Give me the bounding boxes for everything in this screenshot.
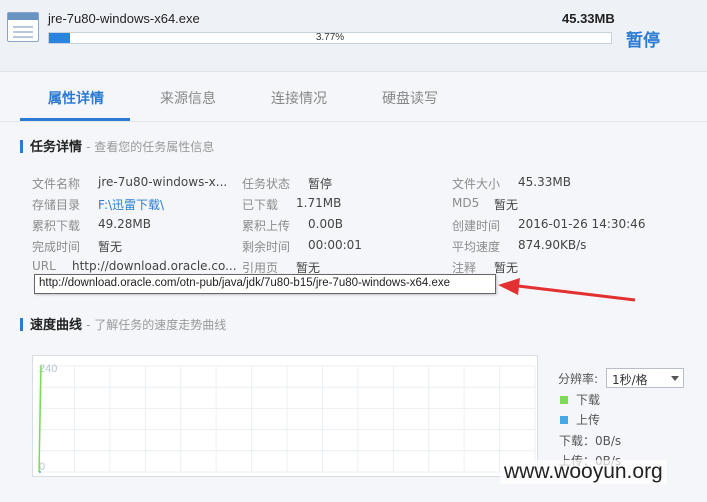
label-task-status: 任务状态: [242, 177, 291, 191]
value-downloaded: 1.71MB: [296, 196, 342, 210]
label-downloaded: 已下载: [242, 198, 279, 212]
legend-upload-label: 上传: [576, 413, 601, 427]
file-name: jre-7u80-windows-x64.exe: [48, 11, 200, 26]
value-created-time: 2016-01-26 14:30:46: [518, 217, 646, 231]
file-size: 45.33MB: [562, 11, 615, 26]
value-url[interactable]: http://download.oracle.co...: [72, 259, 237, 273]
value-total-downloaded: 49.28MB: [98, 217, 151, 231]
progress-text: 3.77%: [315, 32, 345, 43]
legend-upload: 上传: [560, 411, 600, 428]
value-comment: 暂无: [494, 261, 519, 275]
download-swatch: [560, 396, 568, 404]
speed-curve-heading: 速度曲线 - 了解任务的速度走势曲线: [20, 314, 226, 333]
upload-swatch: [560, 416, 568, 424]
label-storage-dir: 存储目录: [32, 198, 81, 212]
value-file-name: jre-7u80-windows-x...: [98, 175, 228, 189]
red-arrow-annotation: [498, 278, 636, 302]
speed-chart: 240 0: [32, 355, 538, 477]
label-url: URL: [32, 259, 56, 273]
label-total-downloaded: 累积下载: [32, 219, 81, 233]
task-details-heading: 任务详情 - 查看您的任务属性信息: [20, 136, 214, 155]
chevron-down-icon: [671, 376, 679, 381]
task-details-subtitle: - 查看您的任务属性信息: [86, 140, 215, 154]
tab-bar: 属性详情 来源信息 连接情况 硬盘读写: [0, 72, 707, 122]
pause-button[interactable]: 暂停: [626, 26, 660, 51]
value-task-status: 暂停: [308, 177, 333, 191]
label-finish-time: 完成时间: [32, 240, 81, 254]
resolution-select[interactable]: 1秒/格: [606, 368, 684, 388]
resolution-value: 1秒/格: [612, 373, 648, 387]
download-header: jre-7u80-windows-x64.exe 45.33MB 3.77% 暂…: [0, 0, 707, 72]
task-details-title: 任务详情: [30, 140, 83, 155]
label-md5: MD5: [452, 196, 480, 210]
legend-download-label: 下载: [576, 393, 601, 407]
watermark: www.wooyun.org: [500, 460, 667, 484]
y-tick-max: 240: [39, 363, 57, 375]
value-remaining-time: 00:00:01: [308, 238, 362, 252]
value-avg-speed: 874.90KB/s: [518, 238, 587, 252]
tab-connections[interactable]: 连接情况: [271, 88, 327, 108]
label-avg-speed: 平均速度: [452, 240, 501, 254]
progress-bar: 3.77%: [48, 32, 612, 44]
value-total-uploaded: 0.00B: [308, 217, 343, 231]
label-file-name: 文件名称: [32, 177, 81, 191]
url-tooltip: http://download.oracle.com/otn-pub/java/…: [34, 274, 496, 294]
speed-curve-title: 速度曲线: [30, 318, 83, 333]
file-icon: [7, 12, 39, 42]
tab-disk-io[interactable]: 硬盘读写: [382, 88, 438, 108]
legend-download: 下载: [560, 391, 600, 408]
speed-chart-svg: 2400: [38, 363, 536, 473]
tab-active-underline: [20, 118, 130, 121]
label-file-size: 文件大小: [452, 177, 501, 191]
value-file-size: 45.33MB: [518, 175, 571, 189]
label-remaining-time: 剩余时间: [242, 240, 291, 254]
label-created-time: 创建时间: [452, 219, 501, 233]
value-md5: 暂无: [494, 198, 519, 212]
label-total-uploaded: 累积上传: [242, 219, 291, 233]
value-storage-dir-link[interactable]: F:\迅雷下载\: [98, 196, 164, 213]
value-finish-time: 暂无: [98, 240, 123, 254]
speed-curve-subtitle: - 了解任务的速度走势曲线: [86, 318, 227, 332]
tab-properties[interactable]: 属性详情: [48, 88, 104, 108]
tab-source[interactable]: 来源信息: [160, 88, 216, 108]
download-speed: 下载：0B/s: [559, 434, 622, 448]
